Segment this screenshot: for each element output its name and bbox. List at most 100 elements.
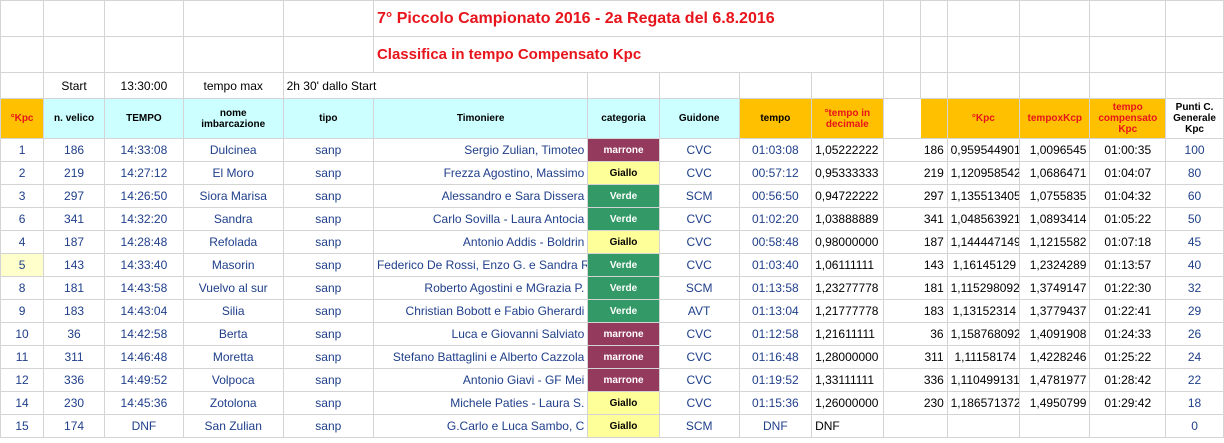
- row-punti: 45: [1165, 230, 1224, 254]
- row-tempo-decimale: 1,03888889: [811, 207, 884, 231]
- row-nome: Vuelvo al sur: [182, 276, 284, 300]
- row-categoria: Giallo: [587, 161, 660, 185]
- header-tempo2: tempo: [738, 98, 813, 139]
- row-tempo: 14:42:58: [104, 322, 184, 346]
- row-kpc: 8: [0, 276, 45, 300]
- row-categoria: marrone: [587, 345, 660, 369]
- row-guidone: CVC: [658, 322, 740, 346]
- row-guidone: CVC: [658, 138, 740, 162]
- table-row: 5 143 14:33:40 Masorin sanp Federico De Rossi…: [0, 253, 1224, 277]
- header-velico: n. velico: [43, 98, 106, 139]
- row-tempoxkcp: 1,0096545: [1019, 138, 1091, 162]
- row-tempo2: 01:19:52: [738, 368, 813, 392]
- row-kpc-value: [946, 414, 1021, 438]
- row-tempo: 14:33:08: [104, 138, 184, 162]
- row-tempoxkcp: 1,2324289: [1019, 253, 1091, 277]
- row-tipo: sanp: [282, 184, 374, 208]
- header-kpc: °Kpc: [0, 98, 45, 139]
- row-tempo: DNF: [104, 414, 184, 438]
- row-tempo-compensato: [1089, 414, 1167, 438]
- row-nome: Refolada: [182, 230, 284, 254]
- row-nome: Masorin: [182, 253, 284, 277]
- header-guidone: Guidone: [658, 98, 740, 139]
- row-tempo2: 01:15:36: [738, 391, 813, 415]
- row-tipo: sanp: [282, 368, 374, 392]
- results-body: 1 186 14:33:08 Dulcinea sanp Sergio Zulian, T…: [0, 138, 1224, 438]
- row-timoniere: Sergio Zulian, Timoteo: [372, 138, 589, 162]
- header-tipo: tipo: [282, 98, 374, 139]
- header-tempo-decimale: °tempo in decimale: [811, 98, 884, 139]
- row-tempo-decimale: 1,06111111: [811, 253, 884, 277]
- row-tempo-decimale: 0,94722222: [811, 184, 884, 208]
- row-kpc-value: 1,120958542: [946, 161, 1021, 185]
- row-tempo-compensato: 01:22:41: [1089, 299, 1167, 323]
- table-row: 4 187 14:28:48 Refolada sanp Antonio Addis - …: [0, 230, 1224, 254]
- row-timoniere: Frezza Agostino, Massimo: [372, 161, 589, 185]
- row-nome: Siora Marisa: [182, 184, 284, 208]
- row-categoria: Verde: [587, 253, 660, 277]
- table-row: 9 183 14:43:04 Silia sanp Christian Bobott e …: [0, 299, 1224, 323]
- row-guidone: SCM: [658, 414, 740, 438]
- row-nome: Sandra: [182, 207, 284, 231]
- row-tempoxkcp: 1,0686471: [1019, 161, 1091, 185]
- row-tempoxkcp: 1,0755835: [1019, 184, 1091, 208]
- table-row: 1 186 14:33:08 Dulcinea sanp Sergio Zulian, T…: [0, 138, 1224, 162]
- row-tipo: sanp: [282, 414, 374, 438]
- row-tempo-compensato: 01:24:33: [1089, 322, 1167, 346]
- row-categoria: marrone: [587, 138, 660, 162]
- row-velico: 187: [43, 230, 106, 254]
- row-nome: San Zulian: [182, 414, 284, 438]
- start-time: 13:30:00: [104, 72, 184, 99]
- row-tempoxkcp: 1,4091908: [1019, 322, 1091, 346]
- row-guidone: CVC: [658, 253, 740, 277]
- row-tempo: 14:27:12: [104, 161, 184, 185]
- row-timoniere: Antonio Giavi - GF Mei: [372, 368, 589, 392]
- row-tempo2: 01:13:04: [738, 299, 813, 323]
- row-timoniere: Luca e Giovanni Salviato: [372, 322, 589, 346]
- row-kpc-value: 1,115298092: [946, 276, 1021, 300]
- row-kpc2: 181: [920, 276, 948, 300]
- table-row: 10 36 14:42:58 Berta sanp Luca e Giovanni Sal…: [0, 322, 1224, 346]
- start-label: Start: [43, 72, 106, 99]
- row-nome: Zotolona: [182, 391, 284, 415]
- row-guidone: CVC: [658, 345, 740, 369]
- row-tempo-decimale: 1,21777778: [811, 299, 884, 323]
- row-tempo2: 01:16:48: [738, 345, 813, 369]
- row-kpc-value: 1,048563921: [946, 207, 1021, 231]
- row-velico: 36: [43, 322, 106, 346]
- row-timoniere: Christian Bobott e Fabio Gherardi: [372, 299, 589, 323]
- header-punti: Punti C. Generale Kpc: [1165, 98, 1224, 139]
- row-nome: Silia: [182, 299, 284, 323]
- title-row: 7° Piccolo Campionato 2016 - 2a Regata d…: [0, 0, 1224, 37]
- row-punti: 50: [1165, 207, 1224, 231]
- row-punti: 40: [1165, 253, 1224, 277]
- row-timoniere: Antonio Addis - Boldrin: [372, 230, 589, 254]
- header-row: °Kpc n. velico TEMPO nome imbarcazione t…: [0, 98, 1224, 139]
- sheet-subtitle: Classifica in tempo Compensato Kpc: [372, 36, 884, 73]
- row-guidone: CVC: [658, 230, 740, 254]
- row-tempo2: 01:02:20: [738, 207, 813, 231]
- row-kpc-value: 1,110499131: [946, 368, 1021, 392]
- row-tempoxkcp: 1,4950799: [1019, 391, 1091, 415]
- row-kpc2: 297: [920, 184, 948, 208]
- row-kpc2: 187: [920, 230, 948, 254]
- row-kpc: 5: [0, 253, 45, 277]
- header-tempo-compensato: tempo compensato Kpc: [1089, 98, 1167, 139]
- row-tempoxkcp: 1,0893414: [1019, 207, 1091, 231]
- row-punti: 18: [1165, 391, 1224, 415]
- row-kpc2: 230: [920, 391, 948, 415]
- row-guidone: CVC: [658, 391, 740, 415]
- row-punti: 26: [1165, 322, 1224, 346]
- row-kpc: 9: [0, 299, 45, 323]
- row-guidone: CVC: [658, 207, 740, 231]
- row-tempo2: 01:03:08: [738, 138, 813, 162]
- row-tipo: sanp: [282, 345, 374, 369]
- row-timoniere: Carlo Sovilla - Laura Antocia: [372, 207, 589, 231]
- row-kpc2: [920, 414, 948, 438]
- row-tempoxkcp: 1,4781977: [1019, 368, 1091, 392]
- row-tipo: sanp: [282, 253, 374, 277]
- row-tempo-compensato: 01:22:30: [1089, 276, 1167, 300]
- row-nome: Volpoca: [182, 368, 284, 392]
- table-row: 11 311 14:46:48 Moretta sanp Stefano Battagli…: [0, 345, 1224, 369]
- row-velico: 230: [43, 391, 106, 415]
